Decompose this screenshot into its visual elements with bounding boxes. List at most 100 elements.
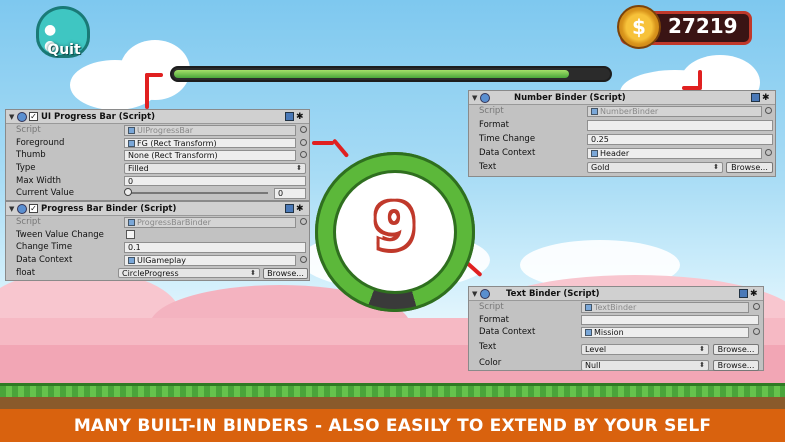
max-width-field[interactable]: 0 xyxy=(124,175,306,187)
transform-icon xyxy=(128,139,135,147)
gear-icon[interactable]: ✱ xyxy=(296,204,306,214)
field-row: Text Gold Browse... xyxy=(469,161,775,176)
field-row: float CircleProgress Browse... xyxy=(6,267,309,281)
help-icon[interactable] xyxy=(739,289,748,298)
tween-value-change-checkbox[interactable] xyxy=(126,229,135,239)
field-label: Color xyxy=(479,358,502,369)
field-label: Script xyxy=(479,302,504,312)
float-binding-dropdown[interactable]: CircleProgress xyxy=(118,267,260,279)
slider-handle[interactable] xyxy=(124,188,132,197)
connector-line xyxy=(332,138,350,158)
browse-button[interactable]: Browse... xyxy=(726,162,773,173)
panel-title: Progress Bar Binder (Script) xyxy=(41,203,177,214)
script-file-icon xyxy=(128,127,135,134)
time-change-field[interactable]: 0.25 xyxy=(587,134,773,145)
data-context-field[interactable]: Mission xyxy=(581,327,749,338)
object-picker-icon[interactable] xyxy=(300,138,307,146)
field-value: NumberBinder xyxy=(600,107,659,116)
script-file-icon xyxy=(585,304,592,311)
game-screen: ● ● Quit $ 27219 9 ▼ ✓ UI Progress Bar (… xyxy=(0,0,785,442)
help-icon[interactable] xyxy=(751,93,760,102)
level-number: 9 xyxy=(373,190,417,263)
collapse-icon[interactable]: ▼ xyxy=(472,94,480,102)
field-label: Thumb xyxy=(16,150,46,161)
browse-button[interactable]: Browse... xyxy=(713,360,759,372)
field-row: Script NumberBinder xyxy=(469,105,775,119)
quit-button[interactable]: ● ● Quit xyxy=(30,4,96,66)
data-context-field[interactable]: Header xyxy=(587,148,762,159)
field-row: Change Time 0.1 xyxy=(6,241,309,254)
panel-title: Number Binder (Script) xyxy=(514,92,626,103)
field-label: Script xyxy=(16,217,41,227)
object-picker-icon xyxy=(300,126,307,133)
change-time-field[interactable]: 0.1 xyxy=(124,242,306,253)
collapse-icon[interactable]: ▼ xyxy=(9,205,17,213)
thumb-field[interactable]: None (Rect Transform) xyxy=(124,150,296,161)
coin-value: 27219 xyxy=(668,14,738,38)
field-row: Max Width 0 xyxy=(6,175,309,188)
field-label: Data Context xyxy=(479,148,536,158)
text-binding-dropdown[interactable]: Gold xyxy=(587,162,723,173)
field-row: Color Null Browse... xyxy=(469,357,763,373)
browse-button[interactable]: Browse... xyxy=(263,267,308,279)
collapse-icon[interactable]: ▼ xyxy=(472,290,480,298)
field-row: Current Value 0 xyxy=(6,187,309,200)
quit-label: Quit xyxy=(47,42,81,58)
field-label: Data Context xyxy=(479,327,536,338)
help-icon[interactable] xyxy=(285,112,294,121)
field-row: Thumb None (Rect Transform) xyxy=(6,149,309,162)
script-file-icon xyxy=(591,108,598,115)
field-value: UIGameplay xyxy=(137,256,186,266)
top-progress-fill xyxy=(174,70,569,78)
field-label: Text xyxy=(479,342,497,353)
help-icon[interactable] xyxy=(285,204,294,213)
field-label: Script xyxy=(479,106,504,116)
text-binding-dropdown[interactable]: Level xyxy=(581,344,709,355)
context-icon xyxy=(128,257,135,265)
gear-icon[interactable]: ✱ xyxy=(296,112,306,122)
enable-checkbox[interactable]: ✓ xyxy=(29,112,38,121)
format-field[interactable] xyxy=(581,314,759,326)
field-value: Header xyxy=(600,149,630,158)
foreground-field[interactable]: FG (Rect Transform) xyxy=(124,137,296,149)
panel-header[interactable]: ▼ ✓ UI Progress Bar (Script) ✱ xyxy=(6,110,309,124)
color-binding-dropdown[interactable]: Null xyxy=(581,360,709,371)
current-value-field[interactable]: 0 xyxy=(274,188,306,199)
collapse-icon[interactable]: ▼ xyxy=(9,113,17,121)
context-icon xyxy=(585,329,592,337)
enable-checkbox[interactable]: ✓ xyxy=(29,204,38,213)
field-label: Foreground xyxy=(16,137,65,148)
object-picker-icon xyxy=(300,218,307,225)
field-row: Script TextBinder xyxy=(469,301,763,314)
script-field: NumberBinder xyxy=(587,106,762,117)
gear-icon[interactable]: ✱ xyxy=(750,289,760,299)
object-picker-icon[interactable] xyxy=(753,328,760,336)
script-field: ProgressBarBinder xyxy=(124,217,296,228)
field-row: Text Level Browse... xyxy=(469,341,763,357)
dirt-strip xyxy=(0,397,785,409)
dollar-symbol: $ xyxy=(632,15,646,39)
panel-header[interactable]: ▼ ✓ Progress Bar Binder (Script) ✱ xyxy=(6,202,309,216)
field-label: Time Change xyxy=(479,134,536,144)
object-picker-icon[interactable] xyxy=(765,149,772,156)
field-row: Data Context Header xyxy=(469,147,775,161)
object-picker-icon[interactable] xyxy=(300,151,307,159)
field-label: float xyxy=(16,267,36,278)
type-dropdown[interactable]: Filled xyxy=(124,163,306,174)
field-label: Data Context xyxy=(16,255,73,266)
field-value: Mission xyxy=(594,328,624,338)
context-icon xyxy=(591,150,598,157)
panel-header[interactable]: ▼ Number Binder (Script) ✱ xyxy=(469,91,775,105)
data-context-field[interactable]: UIGameplay xyxy=(124,255,296,266)
field-label: Type xyxy=(16,163,36,174)
browse-button[interactable]: Browse... xyxy=(713,344,759,356)
field-row: Script UIProgressBar xyxy=(6,124,309,137)
current-value-slider[interactable] xyxy=(126,192,268,195)
object-picker-icon[interactable] xyxy=(300,256,307,264)
format-field[interactable] xyxy=(587,120,773,131)
panel-title: UI Progress Bar (Script) xyxy=(41,111,155,122)
object-picker-icon xyxy=(753,303,760,310)
gear-icon[interactable]: ✱ xyxy=(762,93,772,103)
panel-header[interactable]: ▼ Text Binder (Script) ✱ xyxy=(469,287,763,301)
field-row: Format xyxy=(469,314,763,327)
